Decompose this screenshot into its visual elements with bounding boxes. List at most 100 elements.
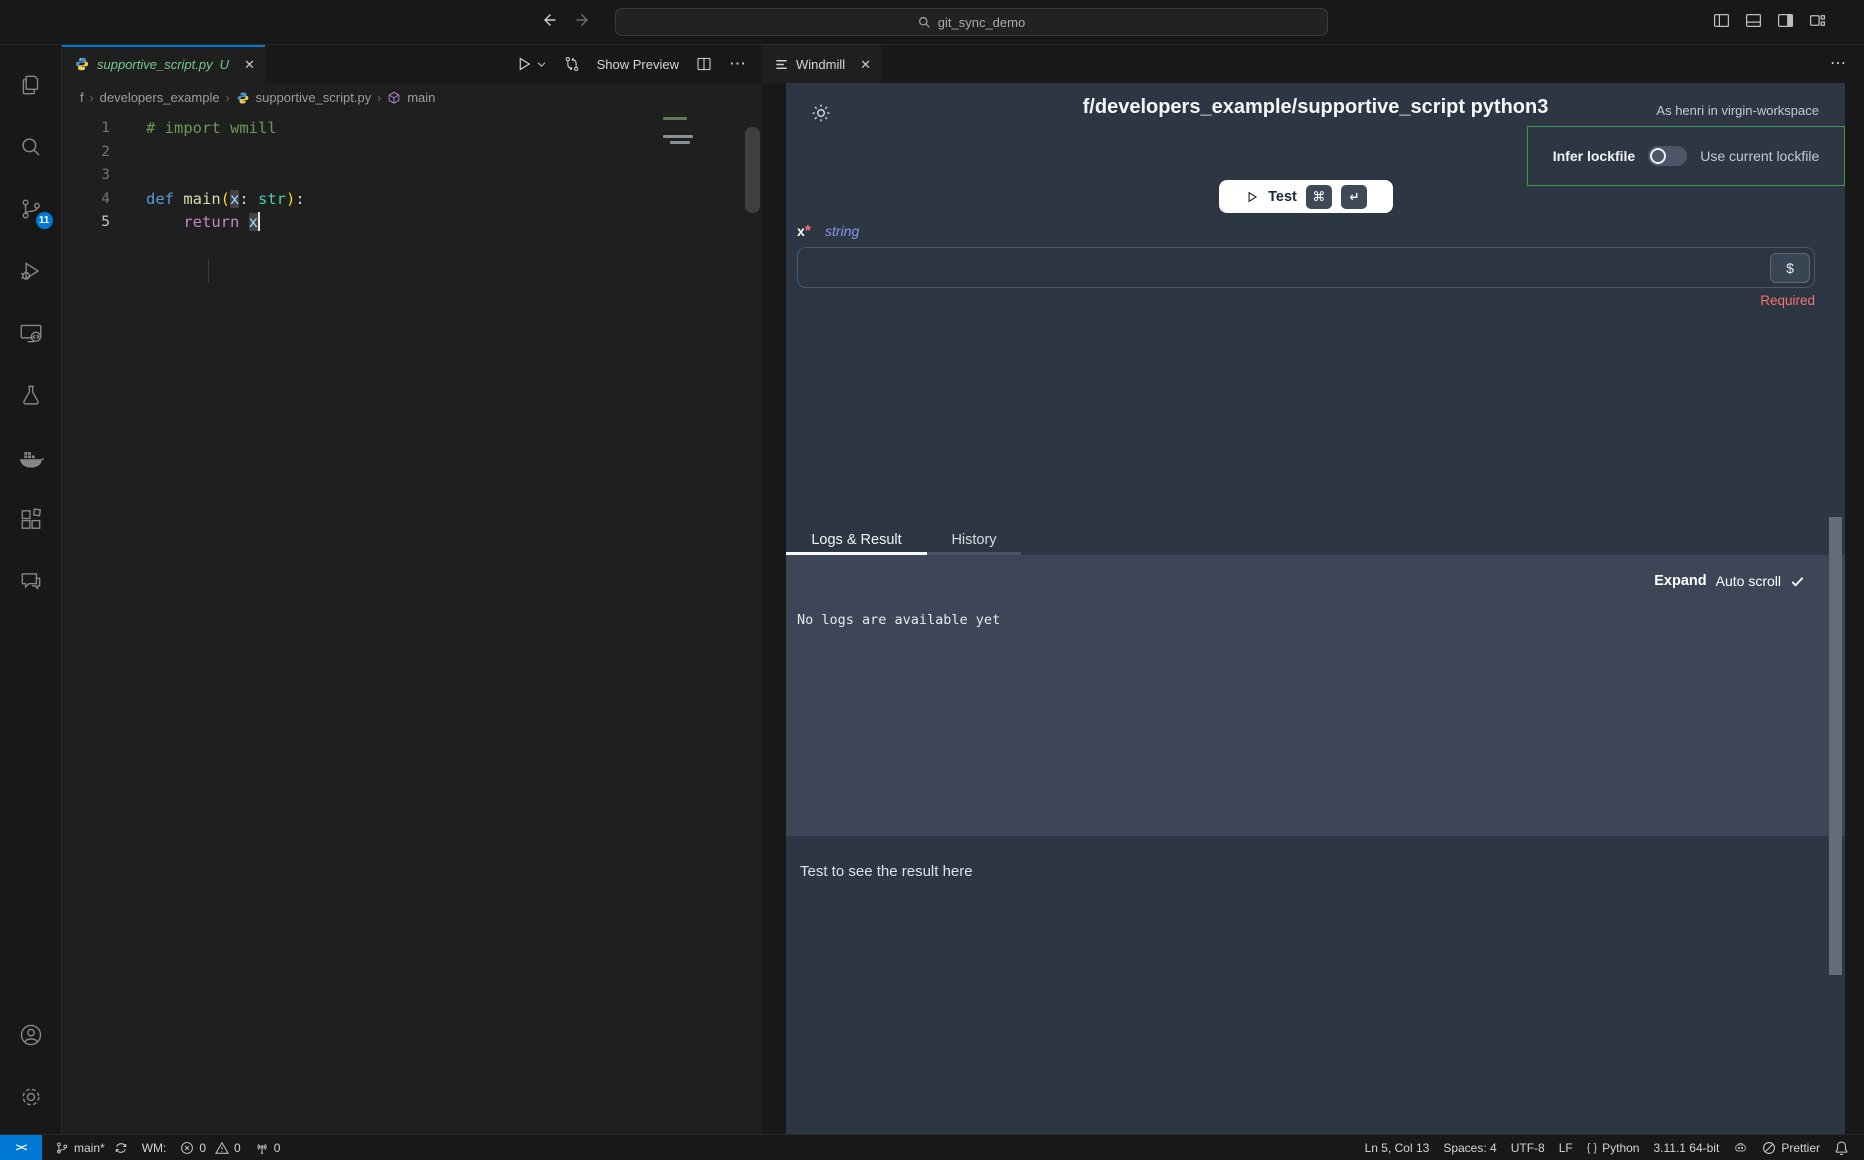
breadcrumb-sep-icon: › xyxy=(377,91,381,105)
tab-windmill[interactable]: Windmill ✕ xyxy=(762,45,881,83)
prettier-status[interactable]: Prettier xyxy=(1755,1141,1827,1155)
copilot-icon xyxy=(1733,1140,1748,1155)
back-icon[interactable] xyxy=(540,12,556,28)
tab-git-status: U xyxy=(220,57,229,72)
copilot-status[interactable] xyxy=(1726,1140,1755,1155)
sync-icon xyxy=(114,1141,128,1155)
breadcrumb-symbol[interactable]: main xyxy=(407,90,435,105)
bell-icon xyxy=(1834,1140,1849,1155)
variable-picker-button[interactable]: $ xyxy=(1770,253,1810,283)
run-python-file-icon[interactable] xyxy=(515,55,533,73)
run-dropdown-chevron-icon[interactable] xyxy=(536,59,547,70)
indentation[interactable]: Spaces: 4 xyxy=(1436,1141,1503,1155)
play-icon xyxy=(1245,190,1259,204)
settings-gear-icon[interactable] xyxy=(0,1066,62,1128)
editor-more-actions-icon[interactable]: ⋯ xyxy=(729,54,746,74)
minimap-line xyxy=(670,141,690,144)
editor-group-code: supportive_script.py U ✕ Show Preview ⋯ … xyxy=(62,45,762,1134)
logs-empty-message: No logs are available yet xyxy=(797,612,1000,628)
code-token: return xyxy=(183,213,248,231)
command-center-search[interactable]: git_sync_demo xyxy=(615,8,1328,36)
code-token: def xyxy=(146,190,183,208)
comments-icon[interactable] xyxy=(0,550,62,612)
warning-count: 0 xyxy=(234,1141,241,1155)
toggle-secondary-sidebar-icon[interactable] xyxy=(1777,12,1794,29)
toggle-knob-icon xyxy=(1650,148,1666,164)
code-token-highlighted: x xyxy=(230,190,239,208)
split-editor-icon[interactable] xyxy=(695,55,713,73)
windmill-more-actions-icon[interactable]: ⋯ xyxy=(1830,53,1846,73)
source-control-icon[interactable]: 11 xyxy=(0,178,62,240)
tab-logs-result[interactable]: Logs & Result xyxy=(786,524,927,555)
breadcrumb-file[interactable]: supportive_script.py xyxy=(256,90,372,105)
code-token: : xyxy=(239,190,258,208)
lockfile-toggle[interactable] xyxy=(1648,146,1687,166)
wm-status[interactable]: WM: xyxy=(135,1141,174,1155)
encoding[interactable]: UTF-8 xyxy=(1504,1141,1552,1155)
title-bar: git_sync_demo xyxy=(0,0,1864,45)
status-bar: >< main* WM: 0 0 0 Ln 5, Col 13 Spaces: … xyxy=(0,1134,1864,1160)
line-number: 2 xyxy=(62,141,146,165)
test-button[interactable]: Test ⌘ xyxy=(1219,180,1393,213)
forward-icon[interactable] xyxy=(576,12,592,28)
prettier-label: Prettier xyxy=(1781,1141,1820,1155)
testing-icon[interactable] xyxy=(0,364,62,426)
tab-close-icon[interactable]: ✕ xyxy=(244,58,255,71)
search-icon xyxy=(918,16,931,29)
eol-label: LF xyxy=(1559,1141,1573,1155)
windmill-tab-bar: Windmill ✕ ⋯ xyxy=(762,45,1864,83)
customize-layout-icon[interactable] xyxy=(1809,12,1826,29)
docker-icon[interactable] xyxy=(0,426,62,488)
interpreter-label: 3.11.1 64-bit xyxy=(1653,1141,1719,1155)
code-editor[interactable]: 1 # import wmill 2 3 4 def main(x: str):… xyxy=(62,112,762,1134)
python-interpreter[interactable]: 3.11.1 64-bit xyxy=(1646,1141,1726,1155)
code-indent xyxy=(146,213,183,231)
indent-guide xyxy=(208,259,209,282)
tab-history[interactable]: History xyxy=(927,524,1021,555)
tab-close-icon[interactable]: ✕ xyxy=(860,58,871,71)
editor-scrollbar[interactable] xyxy=(745,127,760,213)
breadcrumb-folder[interactable]: developers_example xyxy=(100,90,220,105)
remote-explorer-icon[interactable] xyxy=(0,302,62,364)
ports-status[interactable]: 0 xyxy=(248,1141,288,1155)
notifications-bell[interactable] xyxy=(1827,1140,1856,1155)
symbol-method-icon xyxy=(387,91,401,105)
git-branch-status[interactable]: main* xyxy=(48,1141,135,1155)
window-title: git_sync_demo xyxy=(938,15,1025,30)
error-count: 0 xyxy=(199,1141,206,1155)
toggle-primary-sidebar-icon[interactable] xyxy=(1713,12,1730,29)
wm-label: WM: xyxy=(142,1141,167,1155)
breadcrumb-root[interactable]: f xyxy=(80,90,84,105)
run-debug-icon[interactable] xyxy=(0,240,62,302)
code-token-highlighted: x xyxy=(249,213,258,231)
account-icon[interactable] xyxy=(0,1004,62,1066)
webview-scrollbar[interactable] xyxy=(1829,517,1842,975)
auto-scroll-toggle[interactable]: Auto scroll xyxy=(1716,573,1781,589)
remote-indicator[interactable]: >< xyxy=(0,1135,42,1160)
warning-icon xyxy=(215,1141,229,1155)
cursor-position[interactable]: Ln 5, Col 13 xyxy=(1358,1141,1437,1155)
expand-button[interactable]: Expand xyxy=(1654,573,1706,589)
search-sidebar-icon[interactable] xyxy=(0,116,62,178)
tab-supportive-script[interactable]: supportive_script.py U ✕ xyxy=(62,45,265,83)
language-mode[interactable]: { } Python xyxy=(1580,1141,1647,1155)
use-current-lockfile-label: Use current lockfile xyxy=(1700,148,1819,164)
encoding-label: UTF-8 xyxy=(1511,1141,1545,1155)
branch-name: main* xyxy=(74,1141,105,1155)
breadcrumb-sep-icon: › xyxy=(226,91,230,105)
minimap[interactable] xyxy=(663,117,703,147)
toggle-panel-icon[interactable] xyxy=(1745,12,1762,29)
braces-icon: { } xyxy=(1587,1142,1597,1154)
problems-status[interactable]: 0 0 xyxy=(173,1141,247,1155)
eol-sequence[interactable]: LF xyxy=(1552,1141,1580,1155)
open-changes-icon[interactable] xyxy=(563,55,581,73)
minimap-line xyxy=(663,135,693,138)
remote-icon: >< xyxy=(16,1142,27,1154)
show-preview-button[interactable]: Show Preview xyxy=(597,57,679,72)
code-line-3: 3 xyxy=(62,164,762,188)
arg-x-input[interactable] xyxy=(798,248,1814,287)
extensions-icon[interactable] xyxy=(0,488,62,550)
preview-list-icon xyxy=(774,57,789,72)
circle-slash-icon xyxy=(1762,1141,1776,1155)
explorer-icon[interactable] xyxy=(0,54,62,116)
